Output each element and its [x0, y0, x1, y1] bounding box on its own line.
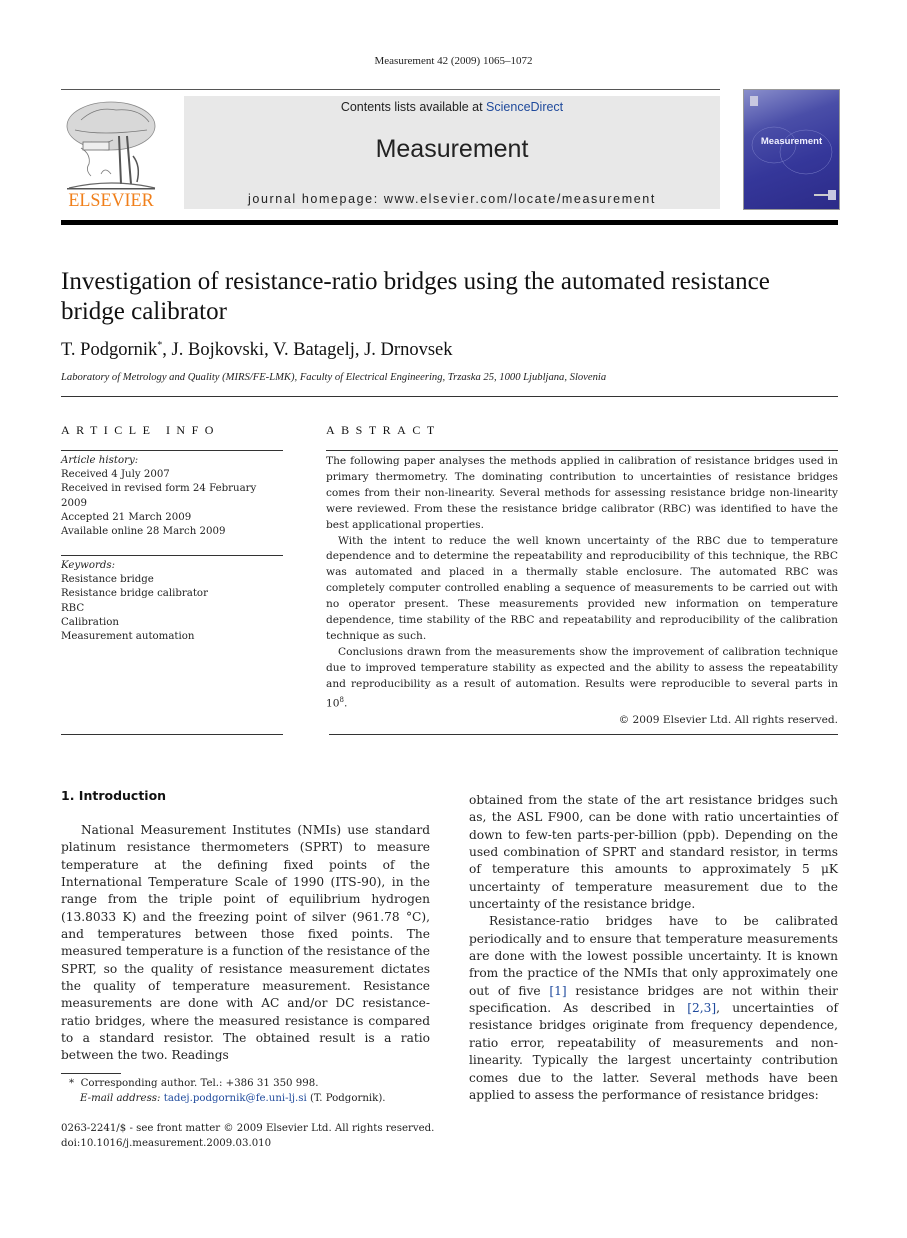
abstract-body: The following paper analyses the methods…: [326, 454, 838, 729]
front-matter: 0263-2241/$ - see front matter © 2009 El…: [61, 1122, 441, 1151]
cover-title: Measurement: [760, 136, 823, 147]
citation-link[interactable]: [2,3]: [687, 1001, 716, 1015]
keyword: Measurement automation: [61, 631, 195, 643]
body-right-column: obtained from the state of the art resis…: [469, 792, 838, 1104]
abstract-paragraph-text: Conclusions drawn from the measurements …: [326, 645, 838, 710]
author[interactable]: V. Batagelj: [273, 340, 355, 360]
citation-link[interactable]: [1]: [549, 984, 566, 998]
section-heading-introduction: 1. Introduction: [61, 788, 167, 803]
body-left-column: National Measurement Institutes (NMIs) u…: [61, 822, 430, 1065]
body-paragraph: National Measurement Institutes (NMIs) u…: [61, 823, 430, 1063]
history-item: Received 4 July 2007: [61, 469, 170, 481]
cover-wave-decoration-icon: [751, 126, 833, 175]
cover-elsevier-icon: [828, 190, 836, 200]
article-info-label: ARTICLE INFO: [61, 423, 220, 437]
body-paragraph: obtained from the state of the art resis…: [469, 793, 838, 912]
footnote-mark: *: [69, 1078, 75, 1089]
article-history: Article history: Received 4 July 2007 Re…: [61, 454, 283, 539]
history-item: Available online 28 March 2009: [61, 526, 226, 538]
author-list: T. Podgornik*, J. Bojkovski, V. Batagelj…: [61, 340, 453, 361]
author-separator: ,: [354, 340, 365, 361]
abstract-label: ABSTRACT: [326, 423, 441, 437]
article-info-bottom-rule: [61, 734, 283, 735]
paragraph-text: , uncertainties of resistance bridges or…: [469, 1001, 838, 1102]
affiliation: Laboratory of Metrology and Quality (MIR…: [61, 372, 607, 383]
sciencedirect-link[interactable]: ScienceDirect: [486, 100, 563, 114]
author-separator: ,: [264, 340, 273, 361]
footnote-rule: [61, 1073, 121, 1074]
keywords-rule: [61, 555, 283, 556]
journal-cover-thumbnail[interactable]: Measurement: [743, 89, 840, 210]
email-link[interactable]: tadej.podgornik@fe.uni-lj.si: [164, 1093, 307, 1104]
keyword: Calibration: [61, 616, 119, 628]
cover-footer-bar: [814, 194, 828, 196]
keywords-label: Keywords:: [61, 560, 116, 571]
author[interactable]: T. Podgornik: [61, 340, 157, 360]
article-title: Investigation of resistance-ratio bridge…: [61, 268, 770, 325]
footnote-line: * Corresponding author. Tel.: +386 31 35…: [61, 1077, 430, 1092]
journal-name: Measurement: [375, 135, 529, 163]
abstract-paragraph: With the intent to reduce the well known…: [326, 534, 838, 642]
footnote-text: Corresponding author. Tel.: +386 31 350 …: [80, 1078, 319, 1089]
keywords: Keywords: Resistance bridge Resistance b…: [61, 559, 283, 644]
elsevier-wordmark: ELSEVIER: [68, 190, 154, 211]
abstract-copyright: © 2009 Elsevier Ltd. All rights reserved…: [618, 714, 838, 727]
footnote-email-line: E-mail address: tadej.podgornik@fe.uni-l…: [61, 1092, 430, 1107]
abstract-rule: [326, 450, 838, 451]
email-suffix: (T. Podgornik).: [306, 1092, 386, 1104]
abstract-paragraph: The following paper analyses the methods…: [326, 455, 838, 531]
journal-homepage-link[interactable]: journal homepage: www.elsevier.com/locat…: [184, 192, 720, 206]
abstract-bottom-rule: [329, 734, 838, 735]
history-item: Received in revised form 24 February 200…: [61, 483, 257, 509]
body-paragraph: Resistance-ratio bridges have to be cali…: [469, 913, 838, 1104]
abstract-paragraph: Conclusions drawn from the measurements …: [326, 645, 838, 712]
keyword: RBC: [61, 602, 85, 614]
keyword: Resistance bridge: [61, 574, 154, 586]
keyword: Resistance bridge calibrator: [61, 588, 208, 600]
author[interactable]: J. Drnovsek: [364, 340, 452, 360]
running-head: Measurement 42 (2009) 1065–1072: [374, 55, 533, 67]
author[interactable]: J. Bojkovski: [172, 340, 265, 360]
corresponding-author-footnote: * Corresponding author. Tel.: +386 31 35…: [61, 1077, 430, 1106]
history-item: Accepted 21 March 2009: [61, 511, 192, 523]
article-history-label: Article history:: [61, 455, 139, 466]
contents-prefix: Contents lists available at: [340, 100, 487, 114]
header-rule: [61, 89, 720, 90]
affiliation-rule: [61, 396, 838, 397]
author-separator: ,: [162, 340, 172, 361]
email-label: E-mail address:: [80, 1092, 161, 1104]
doi[interactable]: doi:10.1016/j.measurement.2009.03.010: [61, 1137, 441, 1152]
masthead-thick-rule: [61, 220, 838, 225]
article-info-rule: [61, 450, 283, 451]
end-punctuation: .: [343, 697, 348, 710]
contents-line: Contents lists available at ScienceDirec…: [184, 100, 720, 114]
issn-line: 0263-2241/$ - see front matter © 2009 El…: [61, 1123, 435, 1134]
